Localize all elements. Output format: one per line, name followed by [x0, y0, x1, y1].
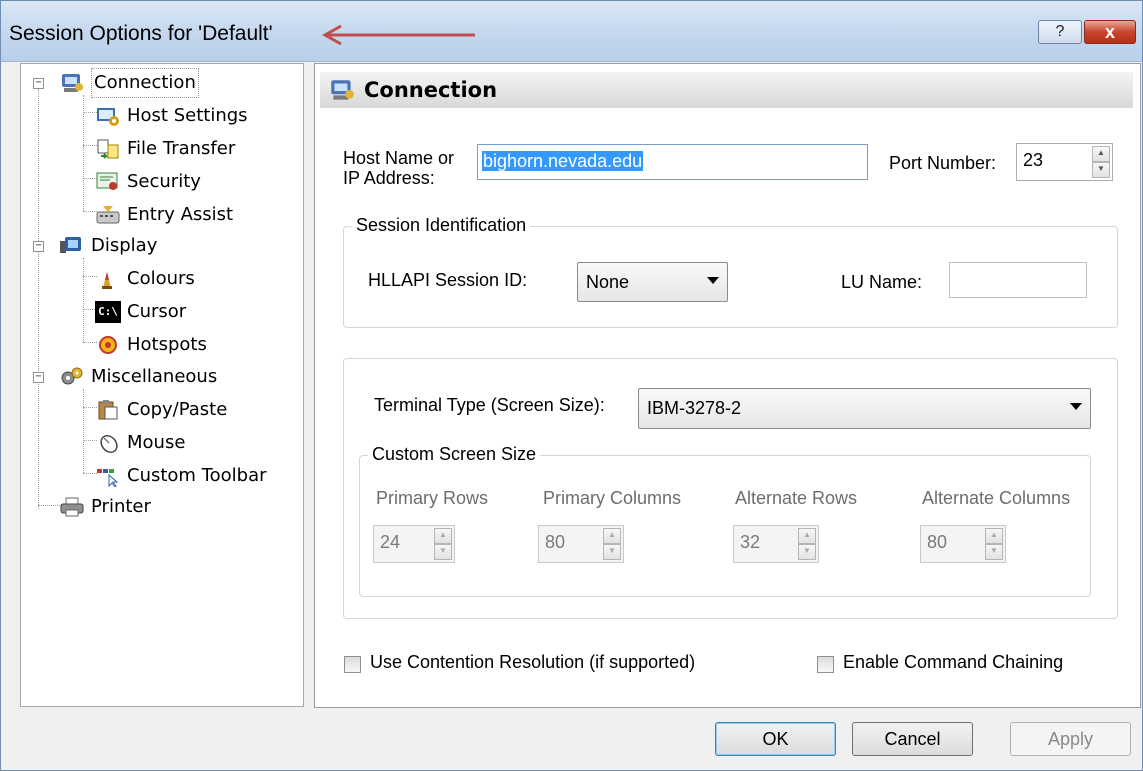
primary-columns-label: Primary Columns — [543, 488, 682, 508]
contention-resolution-label: Use Contention Resolution (if supported) — [370, 652, 696, 672]
alternate-columns-value: 80 — [927, 532, 948, 552]
tree-item-colours[interactable]: Colours — [95, 265, 195, 293]
apply-button[interactable]: Apply — [1010, 722, 1131, 756]
tree-item-miscellaneous[interactable]: Miscellaneous — [59, 363, 217, 391]
tree-item-printer[interactable]: Printer — [59, 493, 151, 521]
port-number-spinner[interactable]: 23 ▲ ▼ — [1016, 143, 1113, 181]
window-title: Session Options for 'Default' — [9, 22, 273, 45]
alternate-rows-value: 32 — [740, 532, 761, 552]
primary-rows-value: 24 — [380, 532, 401, 552]
connection-icon — [62, 74, 83, 92]
title-bar[interactable]: Session Options for 'Default' ? x — [1, 1, 1142, 62]
tree-item-host-settings[interactable]: Host Settings — [95, 102, 248, 130]
tree-item-security[interactable]: Security — [95, 168, 201, 196]
miscellaneous-icon — [61, 367, 83, 385]
mouse-icon — [100, 435, 118, 453]
chevron-down-icon — [1070, 403, 1082, 410]
session-options-dialog: Session Options for 'Default' ? x − − − … — [0, 0, 1143, 771]
panel-header: Connection — [320, 72, 1133, 108]
entry-assist-icon — [96, 206, 120, 224]
tree-item-file-transfer[interactable]: File Transfer — [95, 135, 235, 163]
tree-item-display[interactable]: Display — [59, 232, 157, 260]
hllapi-session-label: HLLAPI Session ID: — [368, 270, 528, 290]
copy-paste-icon — [98, 400, 118, 420]
chevron-down-icon — [707, 277, 719, 284]
hotspots-icon — [99, 336, 117, 354]
close-icon: x — [1104, 22, 1115, 42]
file-transfer-icon — [97, 139, 119, 159]
host-settings-icon — [97, 108, 119, 126]
lu-name-label: LU Name: — [841, 272, 923, 292]
alternate-rows-spinner[interactable]: 32 ▲ ▼ — [733, 525, 819, 563]
hllapi-session-select[interactable]: None — [577, 262, 728, 302]
command-chaining-label: Enable Command Chaining — [843, 652, 1064, 672]
session-identification-title: Session Identification — [352, 215, 531, 236]
tree-item-cursor[interactable]: C:\ Cursor — [95, 298, 186, 326]
port-number-value: 23 — [1023, 150, 1044, 170]
spin-down-icon[interactable]: ▼ — [1092, 162, 1110, 178]
terminal-type-select[interactable]: IBM-3278-2 — [638, 388, 1091, 429]
spin-up-icon[interactable]: ▲ — [603, 528, 621, 544]
collapse-miscellaneous-icon[interactable]: − — [33, 372, 44, 383]
command-prompt-icon: C:\ — [95, 301, 121, 323]
tree-item-hotspots[interactable]: Hotspots — [95, 331, 207, 359]
collapse-display-icon[interactable]: − — [33, 241, 44, 252]
colours-icon — [102, 272, 112, 289]
spin-up-icon[interactable]: ▲ — [434, 528, 452, 544]
tree-item-custom-toolbar[interactable]: Custom Toolbar — [95, 462, 267, 490]
spin-down-icon[interactable]: ▼ — [985, 544, 1003, 560]
cancel-button[interactable]: Cancel — [852, 722, 973, 756]
spin-up-icon[interactable]: ▲ — [798, 528, 816, 544]
primary-columns-value: 80 — [545, 532, 566, 552]
alternate-rows-label: Alternate Rows — [735, 488, 858, 508]
host-name-label: Host Name or IP Address: — [343, 148, 455, 188]
terminal-type-value: IBM-3278-2 — [647, 398, 742, 418]
spin-up-icon[interactable]: ▲ — [985, 528, 1003, 544]
collapse-connection-icon[interactable]: − — [33, 78, 44, 89]
spin-up-icon[interactable]: ▲ — [1092, 146, 1110, 162]
host-name-value: bighorn.nevada.edu — [482, 151, 644, 171]
panel-title: Connection — [364, 78, 498, 102]
primary-rows-spinner[interactable]: 24 ▲ ▼ — [373, 525, 455, 563]
hllapi-session-value: None — [586, 272, 630, 292]
display-icon — [60, 237, 81, 253]
annotation-arrow-icon — [321, 24, 475, 46]
tree-item-entry-assist[interactable]: Entry Assist — [95, 201, 233, 229]
alternate-columns-label: Alternate Columns — [922, 488, 1071, 508]
custom-screen-size-title: Custom Screen Size — [368, 444, 541, 465]
connection-icon — [331, 80, 354, 100]
category-tree[interactable]: − − − Connection Host Settings File Tran… — [20, 63, 304, 707]
primary-columns-spinner[interactable]: 80 ▲ ▼ — [538, 525, 624, 563]
contention-resolution-checkbox[interactable] — [344, 656, 361, 673]
tree-item-connection[interactable]: Connection — [59, 68, 199, 98]
tree-item-copy-paste[interactable]: Copy/Paste — [95, 396, 227, 424]
port-number-label: Port Number: — [889, 153, 997, 173]
ok-button[interactable]: OK — [715, 722, 836, 756]
host-name-input[interactable]: bighorn.nevada.edu — [477, 144, 868, 180]
primary-rows-label: Primary Rows — [376, 488, 489, 508]
connection-panel: Connection Host Name or IP Address: bigh… — [314, 63, 1141, 708]
help-button[interactable]: ? — [1038, 20, 1082, 44]
tree-item-mouse[interactable]: Mouse — [95, 429, 185, 457]
alternate-columns-spinner[interactable]: 80 ▲ ▼ — [920, 525, 1006, 563]
security-icon — [96, 172, 118, 190]
printer-icon — [60, 497, 84, 517]
help-icon: ? — [1055, 23, 1065, 40]
command-chaining-checkbox[interactable] — [817, 656, 834, 673]
spin-down-icon[interactable]: ▼ — [434, 544, 452, 560]
custom-toolbar-icon — [97, 469, 119, 487]
lu-name-input[interactable] — [949, 262, 1087, 298]
spin-down-icon[interactable]: ▼ — [603, 544, 621, 560]
spin-down-icon[interactable]: ▼ — [798, 544, 816, 560]
close-button[interactable]: x — [1084, 20, 1136, 44]
terminal-type-label: Terminal Type (Screen Size): — [374, 395, 605, 415]
